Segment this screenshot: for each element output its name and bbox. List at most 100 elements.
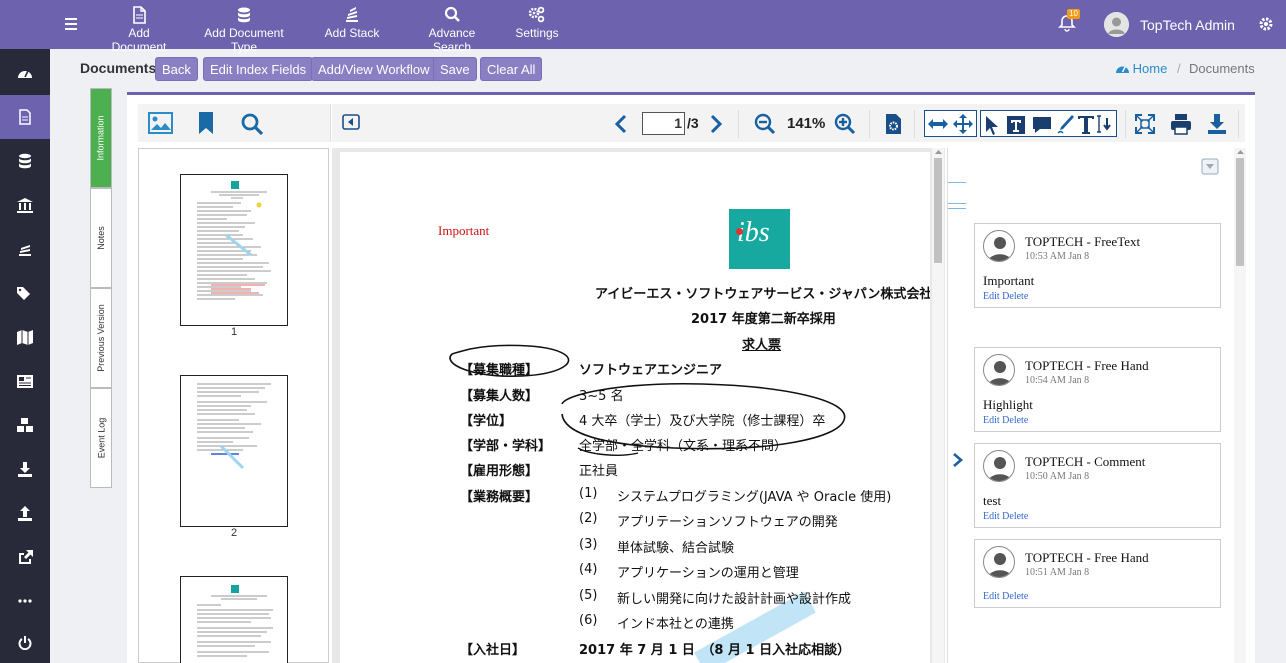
fit-width-icon[interactable] bbox=[927, 116, 949, 132]
annotation-scrollbar[interactable] bbox=[1234, 148, 1246, 663]
row-value: 3~5 名 bbox=[579, 389, 624, 404]
thumbnail-label-2: 2 bbox=[230, 527, 238, 539]
page-title: Documents bbox=[80, 60, 157, 76]
expand-panel-icon[interactable] bbox=[952, 452, 964, 468]
text-box-icon[interactable] bbox=[1006, 115, 1026, 135]
clear-all-button[interactable]: Clear All bbox=[480, 57, 543, 81]
edit-link[interactable]: Edit bbox=[983, 415, 1000, 426]
document-scrollbar[interactable] bbox=[932, 148, 944, 663]
notification-count-badge: 10 bbox=[1067, 9, 1080, 19]
edit-link[interactable]: Edit bbox=[983, 511, 1000, 522]
sidebar-item-map[interactable] bbox=[0, 315, 50, 359]
business-num: (3) bbox=[579, 537, 598, 552]
breadcrumb-home[interactable]: Home bbox=[1116, 61, 1167, 76]
delete-link[interactable]: Delete bbox=[1002, 591, 1028, 602]
business-num: (6) bbox=[579, 613, 598, 628]
next-page-icon[interactable] bbox=[709, 114, 723, 134]
sidebar-item-upload[interactable] bbox=[0, 491, 50, 535]
annotation-title: TOPTECH - Free Hand bbox=[1025, 550, 1149, 565]
tab-previous-version-label: Previous Version bbox=[96, 304, 107, 372]
search-icon[interactable] bbox=[240, 112, 264, 136]
save-button[interactable]: Save bbox=[433, 57, 477, 81]
tab-information[interactable]: Information bbox=[90, 88, 112, 188]
bookmark-icon[interactable] bbox=[198, 111, 214, 135]
bank-icon bbox=[17, 197, 33, 213]
tags-icon bbox=[17, 286, 30, 300]
left-sidebar bbox=[0, 49, 50, 663]
page-thumbnail-2[interactable] bbox=[180, 375, 288, 527]
sidebar-item-reports[interactable] bbox=[0, 359, 50, 403]
edit-index-fields-button[interactable]: Edit Index Fields bbox=[203, 57, 314, 81]
annotation-time: 10:50 AM Jan 8 bbox=[1025, 471, 1090, 482]
add-document-type-button[interactable]: Add Document Type bbox=[190, 4, 298, 54]
zoom-in-icon[interactable] bbox=[834, 113, 856, 135]
page-number-input[interactable]: 1 bbox=[642, 112, 685, 135]
gear-icon[interactable] bbox=[1258, 16, 1274, 35]
scrollbar-thumb[interactable] bbox=[934, 158, 942, 263]
print-icon[interactable] bbox=[1170, 113, 1192, 135]
sidebar-item-document-types[interactable] bbox=[0, 139, 50, 183]
business-num: (5) bbox=[579, 588, 598, 603]
delete-link[interactable]: Delete bbox=[1002, 291, 1028, 302]
scroll-up-icon[interactable] bbox=[935, 148, 942, 155]
panel-resize-line bbox=[948, 182, 966, 183]
sidebar-item-more[interactable] bbox=[0, 579, 50, 623]
text-insert-icon[interactable] bbox=[1077, 114, 1115, 136]
download-icon[interactable] bbox=[1207, 113, 1227, 135]
toolbar-divider bbox=[914, 110, 915, 138]
back-button[interactable]: Back bbox=[155, 57, 198, 81]
sidebar-item-stacks[interactable] bbox=[0, 227, 50, 271]
search-icon bbox=[444, 6, 460, 22]
delete-link[interactable]: Delete bbox=[1002, 511, 1028, 522]
database-icon bbox=[19, 153, 31, 169]
sidebar-item-dashboard[interactable] bbox=[0, 51, 50, 95]
add-document-button[interactable]: Add Document bbox=[100, 4, 178, 54]
document-settings-icon[interactable] bbox=[884, 113, 902, 135]
scrollbar-thumb[interactable] bbox=[1236, 158, 1244, 266]
page-total: /3 bbox=[687, 115, 699, 131]
delete-link[interactable]: Delete bbox=[1002, 415, 1028, 426]
edit-link[interactable]: Edit bbox=[983, 591, 1000, 602]
business-text: インド本社との連携 bbox=[617, 617, 734, 632]
sidebar-item-download[interactable] bbox=[0, 447, 50, 491]
row-label: 【募集職種】 bbox=[460, 363, 539, 378]
advance-search-button[interactable]: Advance Search bbox=[408, 4, 496, 54]
sidebar-item-logout[interactable] bbox=[0, 621, 50, 663]
sidebar-item-documents[interactable] bbox=[0, 95, 50, 139]
page-thumbnail-1[interactable] bbox=[180, 174, 288, 326]
user-avatar[interactable] bbox=[1104, 12, 1129, 37]
image-icon[interactable] bbox=[148, 112, 173, 134]
add-document-type-label: Add Document Type bbox=[204, 26, 284, 54]
scroll-up-icon[interactable] bbox=[1237, 148, 1244, 155]
comment-icon[interactable] bbox=[1031, 115, 1053, 135]
add-stack-button[interactable]: Add Stack bbox=[318, 4, 386, 40]
pan-icon[interactable] bbox=[953, 114, 973, 134]
edit-link[interactable]: Edit bbox=[983, 291, 1000, 302]
settings-button[interactable]: Settings bbox=[510, 4, 564, 40]
toggle-sidebar-icon[interactable] bbox=[342, 114, 360, 130]
dashboard-icon bbox=[18, 70, 32, 78]
hamburger-menu-icon[interactable] bbox=[60, 13, 82, 35]
select-cursor-icon[interactable] bbox=[985, 115, 999, 135]
fullscreen-icon[interactable] bbox=[1134, 113, 1156, 135]
page-thumbnail-3[interactable] bbox=[180, 576, 288, 663]
important-stamp[interactable]: Important bbox=[438, 223, 489, 239]
tab-notes[interactable]: Notes bbox=[90, 188, 112, 288]
sidebar-item-workflow[interactable] bbox=[0, 403, 50, 447]
sidebar-item-share[interactable] bbox=[0, 535, 50, 579]
sidebar-item-tags[interactable] bbox=[0, 271, 50, 315]
prev-page-icon[interactable] bbox=[614, 114, 628, 134]
zoom-out-icon[interactable] bbox=[754, 113, 776, 135]
user-name[interactable]: TopTech Admin bbox=[1140, 17, 1235, 33]
tab-event-log[interactable]: Event Log bbox=[90, 388, 112, 488]
tab-previous-version[interactable]: Previous Version bbox=[90, 288, 112, 388]
document-heading: 求人票 bbox=[742, 338, 782, 353]
free-hand-icon[interactable] bbox=[1057, 114, 1075, 134]
add-view-workflow-button[interactable]: Add/View Workflow bbox=[311, 57, 437, 81]
row-label: 【雇用形態】 bbox=[460, 464, 539, 479]
sidebar-item-institution[interactable] bbox=[0, 183, 50, 227]
row-value: 正社員 bbox=[579, 464, 619, 479]
dashboard-icon bbox=[1116, 66, 1129, 73]
collapse-dropdown-icon[interactable] bbox=[1201, 158, 1219, 175]
annotation-text: Highlight bbox=[983, 397, 1033, 412]
